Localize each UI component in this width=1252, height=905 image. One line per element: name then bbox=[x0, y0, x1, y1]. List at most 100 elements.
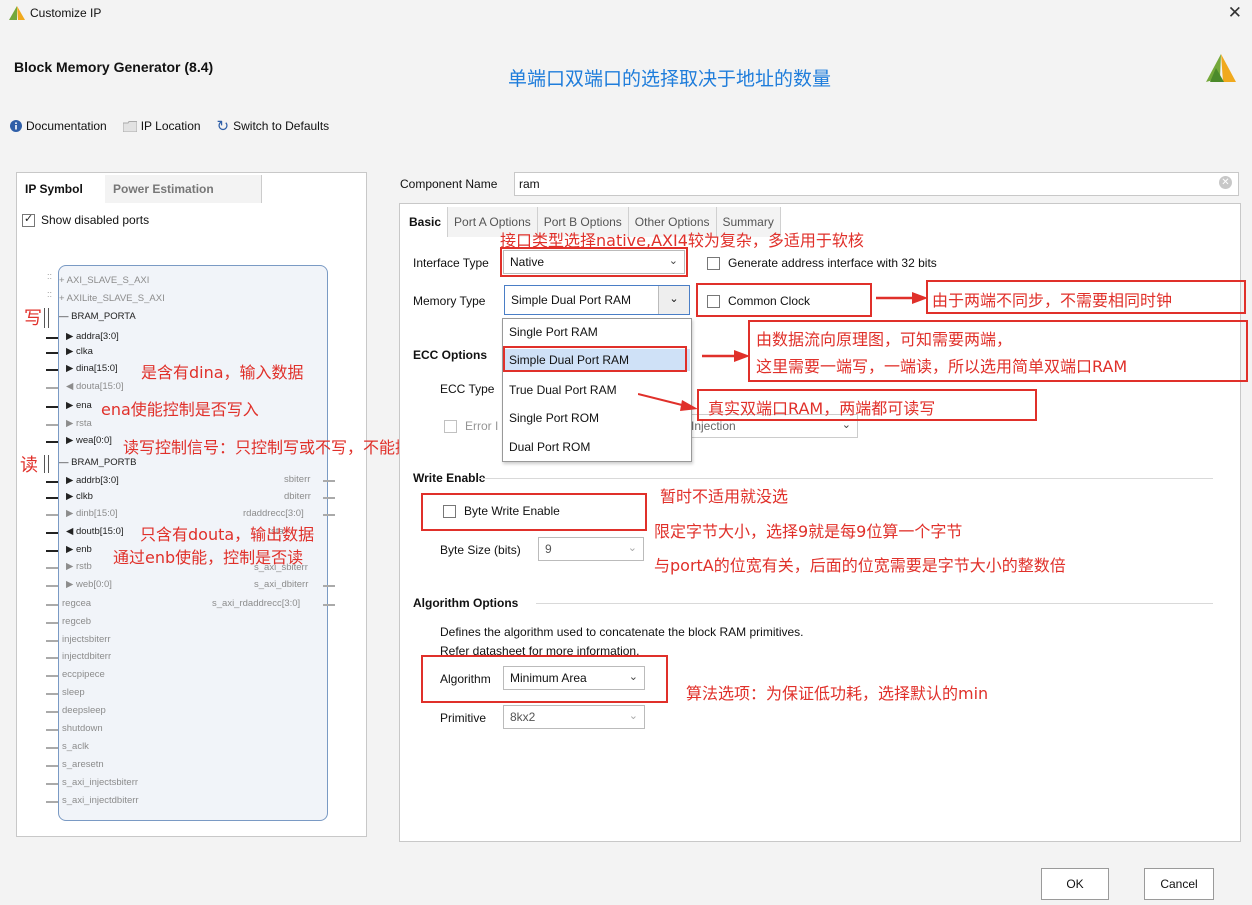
documentation-label: Documentation bbox=[26, 119, 107, 133]
show-disabled-ports[interactable]: ✓ Show disabled ports bbox=[22, 213, 149, 227]
switch-defaults-label: Switch to Defaults bbox=[233, 119, 330, 133]
port-s-axi-injectdbiterr: s_axi_injectdbiterr bbox=[62, 795, 139, 806]
documentation-link[interactable]: Documentation bbox=[10, 119, 107, 133]
port-s-aclk: s_aclk bbox=[62, 741, 89, 752]
bus-handle-icon: :: bbox=[47, 289, 53, 299]
option-single-port-ram[interactable]: Single Port RAM bbox=[509, 325, 598, 339]
toolbar: Documentation IP Location ↻ Switch to De… bbox=[10, 117, 329, 135]
vivado-brand-icon bbox=[1206, 54, 1236, 82]
ip-location-link[interactable]: IP Location bbox=[122, 119, 201, 133]
port-bram-portb: — BRAM_PORTB bbox=[59, 457, 137, 468]
injection-value: Injection bbox=[691, 419, 736, 433]
annotation-arrow bbox=[638, 393, 698, 411]
wire bbox=[46, 711, 58, 713]
wire bbox=[46, 441, 58, 443]
port-dinb: ▶ dinb[15:0] bbox=[66, 508, 118, 519]
switch-defaults-link[interactable]: ↻ Switch to Defaults bbox=[217, 117, 330, 135]
bus-bracket bbox=[44, 455, 49, 473]
wire bbox=[46, 406, 58, 408]
annotation-box bbox=[421, 493, 647, 531]
ok-button[interactable]: OK bbox=[1041, 868, 1109, 900]
byte-size-label: Byte Size (bits) bbox=[440, 543, 521, 557]
note-ena: ena使能控制是否写入 bbox=[101, 400, 259, 419]
wire bbox=[46, 801, 58, 803]
checkbox-icon[interactable] bbox=[707, 256, 720, 270]
wire bbox=[323, 604, 335, 606]
note-enb: 通过enb使能，控制是否读 bbox=[113, 548, 304, 567]
title-bar bbox=[0, 0, 1252, 28]
ecc-options-heading: ECC Options bbox=[413, 348, 487, 362]
chevron-down-icon[interactable]: ⌄ bbox=[658, 286, 689, 314]
wire bbox=[46, 765, 58, 767]
vivado-logo-icon bbox=[9, 6, 25, 20]
wire bbox=[46, 604, 58, 606]
annotation-box bbox=[696, 283, 872, 317]
option-true-dual-port-ram[interactable]: True Dual Port RAM bbox=[509, 383, 617, 397]
wire bbox=[323, 514, 335, 516]
wire bbox=[46, 352, 58, 354]
tab-basic[interactable]: Basic bbox=[403, 207, 449, 237]
note-write: 写 bbox=[24, 308, 42, 329]
option-dual-port-rom[interactable]: Dual Port ROM bbox=[509, 440, 590, 454]
info-icon bbox=[10, 120, 22, 132]
wire bbox=[46, 514, 58, 516]
note-clock: 由于两端不同步，不需要相同时钟 bbox=[932, 291, 1173, 310]
write-enable-heading: Write Enable bbox=[413, 471, 486, 485]
note-sdp-1: 由数据流向原理图，可知需要两端， bbox=[756, 330, 1013, 349]
byte-size-select[interactable]: 9 ⌄ bbox=[538, 537, 644, 561]
error-injection-option: Error I bbox=[444, 419, 498, 433]
bus-bracket bbox=[44, 308, 49, 328]
generate-address-label: Generate address interface with 32 bits bbox=[728, 256, 937, 270]
algorithm-options-heading: Algorithm Options bbox=[413, 596, 519, 610]
wire bbox=[46, 693, 58, 695]
annotation-arrow bbox=[702, 350, 750, 362]
port-injectsbiterr: injectsbiterr bbox=[62, 634, 111, 645]
option-single-port-rom[interactable]: Single Port ROM bbox=[509, 411, 599, 425]
port-rsta: ▶ rsta bbox=[66, 418, 92, 429]
primitive-label: Primitive bbox=[440, 711, 487, 725]
port-shutdown: shutdown bbox=[62, 723, 103, 734]
note-read: 读 bbox=[20, 455, 38, 476]
wire bbox=[46, 640, 58, 642]
wire bbox=[46, 585, 58, 587]
checkbox-checked-icon[interactable]: ✓ bbox=[22, 213, 35, 227]
note-bytesize-2: 与portA的位宽有关，后面的位宽需要是字节大小的整数倍 bbox=[654, 556, 1066, 575]
checkbox-icon bbox=[444, 419, 457, 433]
wire bbox=[46, 747, 58, 749]
port-dbiterr: dbiterr bbox=[284, 491, 311, 502]
port-s-aresetn: s_aresetn bbox=[62, 759, 104, 770]
annotation-box bbox=[421, 655, 668, 703]
cancel-button[interactable]: Cancel bbox=[1144, 868, 1214, 900]
show-disabled-label: Show disabled ports bbox=[41, 213, 150, 227]
memory-type-label: Memory Type bbox=[413, 294, 486, 308]
annotation-box bbox=[500, 247, 688, 277]
port-wea: ▶ wea[0:0] bbox=[66, 435, 112, 446]
close-icon[interactable]: ✕ bbox=[1228, 3, 1242, 23]
port-regceb: regceb bbox=[62, 616, 92, 627]
wire bbox=[46, 729, 58, 731]
component-name-value: ram bbox=[519, 177, 540, 191]
port-rstb: ▶ rstb bbox=[66, 561, 92, 572]
wire bbox=[46, 481, 58, 483]
note-bytesize-1: 限定字节大小，选择9就是每9位算一个字节 bbox=[654, 522, 963, 541]
wire bbox=[46, 387, 58, 389]
port-enb: ▶ enb bbox=[66, 544, 92, 555]
interface-type-label: Interface Type bbox=[413, 256, 489, 270]
port-clka: ▶ clka bbox=[66, 346, 93, 357]
bus-handle-icon: :: bbox=[47, 271, 53, 281]
wire bbox=[46, 532, 58, 534]
component-name-input[interactable]: ram ✕ bbox=[514, 172, 1239, 196]
wire bbox=[46, 337, 58, 339]
wire bbox=[323, 585, 335, 587]
component-name-label: Component Name bbox=[400, 177, 498, 191]
port-s-axi-rdaddrecc: s_axi_rdaddrecc[3:0] bbox=[212, 598, 301, 609]
memory-type-value: Simple Dual Port RAM bbox=[511, 293, 632, 307]
generate-address-option[interactable]: Generate address interface with 32 bits bbox=[707, 256, 937, 270]
memory-type-select[interactable]: Simple Dual Port RAM ⌄ bbox=[504, 285, 690, 315]
tab-power-estimation[interactable]: Power Estimation bbox=[105, 175, 262, 203]
clear-icon[interactable]: ✕ bbox=[1219, 176, 1232, 189]
divider bbox=[478, 478, 1213, 479]
primitive-select[interactable]: 8kx2 ⌄ bbox=[503, 705, 645, 729]
wire bbox=[323, 480, 335, 482]
port-sleep: sleep bbox=[62, 687, 85, 698]
